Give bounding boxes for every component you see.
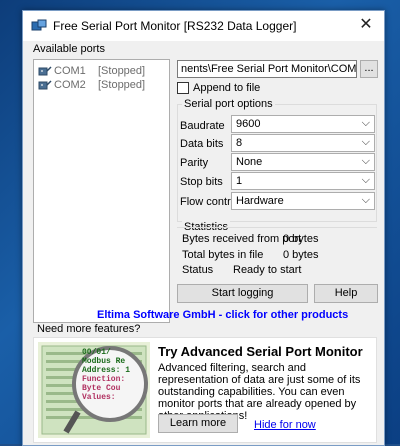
help-button[interactable]: Help: [314, 284, 378, 303]
magnifier-line: Function:: [82, 375, 126, 384]
flow-control-value: Hardware: [236, 195, 284, 207]
stop-bits-select[interactable]: 1 ⌵: [231, 172, 375, 190]
flow-control-select[interactable]: Hardware ⌵: [231, 192, 375, 210]
app-icon: [31, 19, 47, 31]
window-title: Free Serial Port Monitor [RS232 Data Log…: [53, 19, 297, 33]
data-bits-label: Data bits: [180, 138, 224, 150]
bytes-received-value: 0 bytes: [283, 233, 319, 245]
eltima-products-link[interactable]: Eltima Software GmbH - click for other p…: [97, 309, 348, 321]
append-to-file-label: Append to file: [193, 82, 261, 94]
port-status: [Stopped]: [98, 79, 146, 91]
hide-for-now-link[interactable]: Hide for now: [254, 419, 316, 431]
app-window: Free Serial Port Monitor [RS232 Data Log…: [22, 10, 385, 446]
data-bits-select[interactable]: 8 ⌵: [231, 134, 375, 152]
chevron-down-icon: ⌵: [361, 117, 370, 129]
port-item-com2[interactable]: COM2 [Stopped]: [38, 78, 166, 92]
close-icon: ✕: [359, 16, 373, 33]
chevron-down-icon: ⌵: [361, 155, 370, 167]
port-name: COM1: [54, 65, 86, 77]
stop-bits-label: Stop bits: [180, 176, 223, 188]
statistics-divider: [177, 227, 377, 228]
magnifier-line: Byte Cou: [82, 384, 121, 393]
start-logging-button[interactable]: Start logging: [177, 284, 308, 303]
promo-panel: 00/01/ Modbus Re Address: 1 Function: By…: [33, 337, 377, 443]
log-file-path-input[interactable]: nents\Free Serial Port Monitor\COM1port.…: [177, 60, 357, 78]
close-button[interactable]: ✕: [354, 14, 378, 36]
total-bytes-label: Total bytes in file: [182, 249, 264, 261]
promo-title: Try Advanced Serial Port Monitor: [158, 344, 363, 359]
baudrate-label: Baudrate: [180, 120, 225, 132]
magnifier-line: Modbus Re: [82, 357, 126, 366]
data-bits-value: 8: [236, 137, 243, 149]
ports-list[interactable]: COM1 [Stopped] COM2 [Stopped]: [33, 59, 170, 323]
serial-port-icon: [38, 80, 52, 90]
promo-description: Advanced filtering, search and represent…: [158, 362, 361, 422]
status-value: Ready to start: [233, 264, 302, 276]
parity-label: Parity: [180, 157, 209, 169]
port-item-com1[interactable]: COM1 [Stopped]: [38, 64, 166, 78]
parity-select[interactable]: None ⌵: [231, 153, 375, 171]
serial-port-icon: [38, 66, 52, 76]
status-label: Status: [182, 264, 214, 276]
need-more-features-heading: Need more features?: [37, 323, 141, 335]
stop-bits-value: 1: [236, 175, 243, 187]
chevron-down-icon: ⌵: [361, 194, 370, 206]
parity-value: None: [236, 156, 263, 168]
chevron-down-icon: ⌵: [361, 136, 370, 148]
chevron-down-icon: ⌵: [361, 174, 370, 186]
magnifier-line: Values:: [82, 393, 116, 402]
title-bar[interactable]: Free Serial Port Monitor [RS232 Data Log…: [23, 11, 384, 41]
magnifier-line: Address: 1: [82, 366, 131, 375]
port-status: [Stopped]: [98, 65, 146, 77]
total-bytes-value: 0 bytes: [283, 249, 319, 261]
browse-button[interactable]: ...: [360, 60, 378, 78]
baudrate-select[interactable]: 9600 ⌵: [231, 115, 375, 133]
available-ports-heading: Available ports: [33, 43, 105, 55]
port-name: COM2: [54, 79, 86, 91]
learn-more-button[interactable]: Learn more: [158, 414, 238, 433]
magnifier-line: 00/01/: [82, 348, 111, 357]
append-to-file-checkbox[interactable]: [177, 82, 189, 94]
magnifier-text: 00/01/ Modbus Re Address: 1 Function: By…: [82, 348, 130, 402]
serial-port-options-title: Serial port options: [182, 98, 275, 110]
baudrate-value: 9600: [236, 118, 261, 130]
